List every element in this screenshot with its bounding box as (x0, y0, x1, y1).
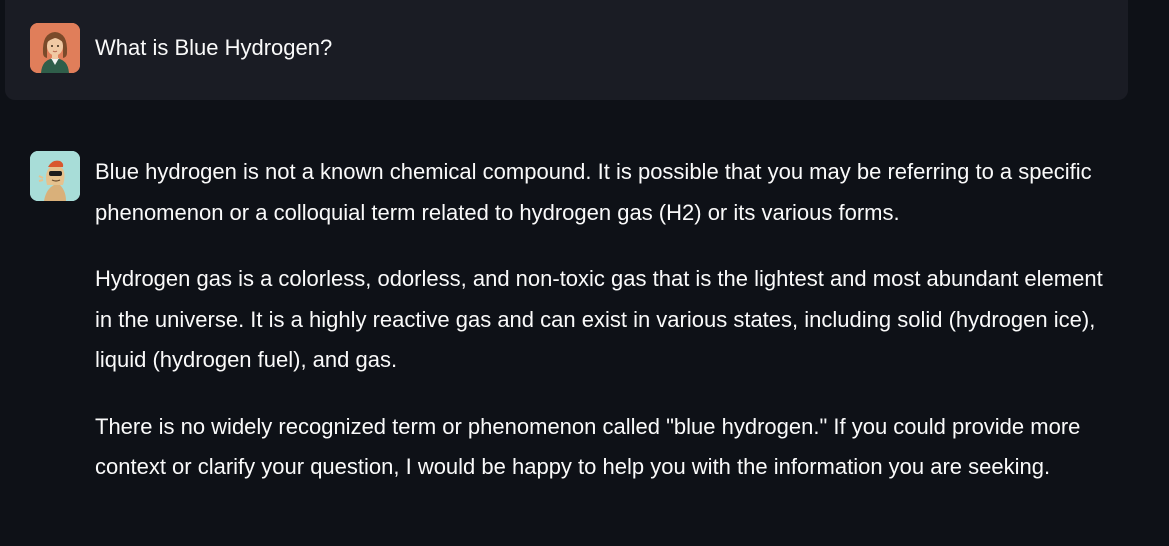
user-avatar-icon (30, 23, 80, 73)
assistant-paragraph: There is no widely recognized term or ph… (95, 413, 1081, 480)
user-message-text: What is Blue Hydrogen? (95, 35, 333, 60)
assistant-avatar-icon (30, 151, 80, 201)
assistant-message: Blue hydrogen is not a known chemical co… (95, 152, 1125, 514)
assistant-paragraph: Hydrogen gas is a colorless, odorless, a… (95, 266, 1103, 372)
chat-container: What is Blue Hydrogen? Blue hydrogen is … (0, 0, 1169, 546)
assistant-paragraph: Blue hydrogen is not a known chemical co… (95, 159, 1092, 225)
